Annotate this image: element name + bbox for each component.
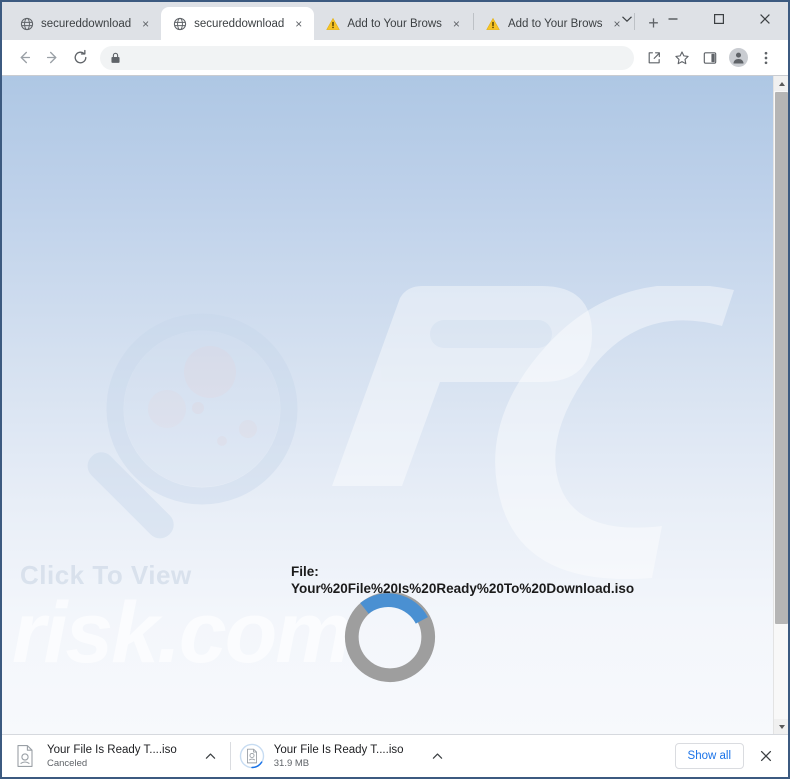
download-item-text: Your File Is Ready T....iso Canceled	[47, 744, 177, 769]
tab-close-icon[interactable]: ×	[449, 16, 464, 31]
profile-avatar-icon[interactable]	[724, 44, 752, 72]
tab-strip: secureddownload × secureddownload × Add …	[2, 2, 788, 40]
globe-icon	[19, 16, 34, 31]
download-filename: Your File Is Ready T....iso	[47, 743, 177, 756]
download-item-1[interactable]: Your File Is Ready T....iso Canceled	[12, 737, 228, 775]
download-status: 31.9 MB	[273, 757, 310, 769]
file-label-line2: Your%20File%20Is%20Ready%20To%20Download…	[291, 581, 635, 597]
window-controls	[604, 2, 788, 36]
warning-triangle-icon	[325, 16, 340, 31]
address-bar[interactable]	[100, 45, 634, 70]
browser-window: secureddownload × secureddownload × Add …	[0, 0, 790, 779]
browser-tab-3[interactable]: Add to Your Brows ×	[314, 7, 472, 40]
browser-tab-title: secureddownload	[194, 17, 285, 30]
file-icon	[239, 743, 265, 769]
tab-search-icon[interactable]	[604, 2, 650, 36]
back-icon[interactable]	[10, 44, 38, 72]
magnifier-watermark-icon	[87, 313, 298, 539]
scrollbar-thumb[interactable]	[775, 92, 788, 624]
star-icon[interactable]	[668, 44, 696, 72]
browser-tab-title: Add to Your Brows	[347, 17, 442, 30]
warning-triangle-icon	[486, 16, 501, 31]
loading-spinner	[344, 591, 436, 683]
download-filename: Your File Is Ready T....iso	[273, 743, 404, 756]
browser-toolbar	[2, 40, 788, 76]
globe-icon	[172, 16, 187, 31]
download-menu-caret-icon[interactable]	[427, 745, 449, 767]
file-label-line1: File:	[291, 564, 319, 579]
lock-icon	[110, 52, 121, 64]
browser-tab-2[interactable]: secureddownload ×	[161, 7, 315, 40]
scroll-down-arrow-icon[interactable]	[774, 719, 788, 734]
close-window-icon[interactable]	[742, 2, 788, 36]
three-dot-menu-icon[interactable]	[752, 44, 780, 72]
web-page-viewport: Click To View risk.com File: Your%20File…	[2, 76, 788, 734]
page-scrollbar[interactable]	[773, 76, 788, 734]
share-icon[interactable]	[640, 44, 668, 72]
watermark-click-to-view: Click To View	[20, 560, 192, 590]
watermark-brand: risk.com	[12, 585, 352, 681]
avatar	[728, 48, 748, 67]
browser-tab-1[interactable]: secureddownload ×	[8, 7, 161, 40]
side-panel-icon[interactable]	[696, 44, 724, 72]
close-download-shelf-icon[interactable]	[752, 742, 780, 770]
download-item-divider	[229, 742, 231, 770]
scroll-up-arrow-icon[interactable]	[774, 76, 788, 91]
forward-icon[interactable]	[38, 44, 66, 72]
browser-tab-title: Add to Your Brows	[507, 17, 603, 30]
download-item-text: Your File Is Ready T....iso 31.9 MB	[274, 744, 404, 769]
show-all-downloads-button[interactable]: Show all	[674, 743, 744, 769]
download-item-2[interactable]: Your File Is Ready T....iso 31.9 MB	[239, 737, 455, 775]
tab-close-icon[interactable]: ×	[138, 16, 153, 31]
maximize-icon[interactable]	[696, 2, 742, 36]
page-content: Click To View risk.com File: Your%20File…	[2, 76, 773, 734]
download-status: Canceled	[47, 757, 88, 769]
file-icon	[12, 743, 38, 769]
tab-close-icon[interactable]: ×	[291, 16, 306, 31]
tab-divider	[472, 12, 474, 30]
minimize-icon[interactable]	[650, 2, 696, 36]
reload-icon[interactable]	[66, 44, 94, 72]
browser-tab-title: secureddownload	[41, 17, 132, 30]
download-shelf: Your File Is Ready T....iso Canceled You…	[2, 734, 788, 777]
download-file-label: File: Your%20File%20Is%20Ready%20To%20Do…	[291, 563, 711, 598]
download-menu-caret-icon[interactable]	[200, 745, 222, 767]
